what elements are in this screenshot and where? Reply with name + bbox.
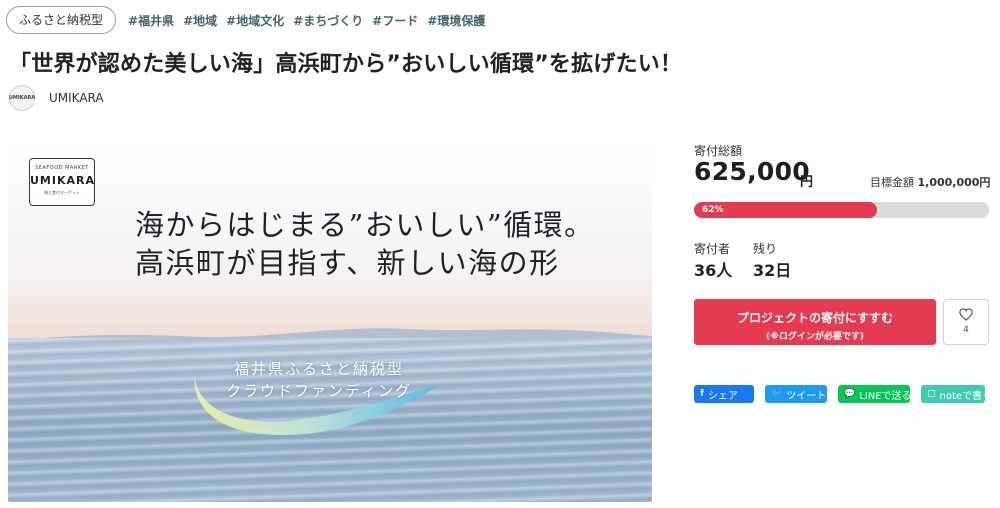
- donate-button-label: プロジェクトの寄付にすすむ: [736, 311, 894, 325]
- heart-icon: [959, 308, 973, 321]
- twitter-share-button[interactable]: 🐦 ツイート: [765, 385, 827, 403]
- hero-logo-sub: SEAFOOD MARKET: [35, 165, 89, 171]
- hero-subtitle-line1: 福井県ふるさと納税型: [233, 360, 404, 378]
- favorite-count: 4: [963, 325, 969, 335]
- favorite-button[interactable]: 4: [943, 299, 989, 345]
- type-badge[interactable]: ふるさと納税型: [6, 6, 117, 34]
- raised-unit: 円: [800, 175, 814, 190]
- hero-subtitle: 福井県ふるさと納税型 クラウドファンディング: [226, 358, 412, 402]
- organization-logo-text: UMIKARA: [8, 95, 36, 101]
- share-buttons: f シェア 🐦 ツイート 💬 LINEで送る ▢ noteで書く: [694, 385, 992, 403]
- hero-logo: SEAFOOD MARKET UMIKARA 海と食のマーケット: [29, 158, 95, 206]
- goal-amount: 1,000,000円: [917, 176, 991, 189]
- line-share-button[interactable]: 💬 LINEで送る: [838, 385, 912, 403]
- backers-count: 36人: [694, 261, 733, 280]
- days-left-label: 残り: [753, 242, 778, 256]
- facebook-share-label: シェア: [707, 390, 738, 402]
- raised-amount: 625,000: [694, 157, 810, 186]
- line-icon: 💬: [844, 389, 856, 399]
- progress-label: 62%: [702, 205, 724, 215]
- organization-logo: UMIKARA: [9, 85, 35, 111]
- hero-headline-line2: 高浜町が目指す、新しい海の形: [135, 246, 560, 280]
- hero-headline-line1: 海からはじまる”おいしい”循環。: [135, 208, 595, 242]
- tag-link[interactable]: #福井県: [128, 12, 174, 29]
- header-tags: ふるさと納税型 #福井県 #地域 #地域文化 #まちづくり #フード #環境保護: [6, 6, 494, 34]
- tag-link[interactable]: #まちづくり: [293, 12, 363, 29]
- progress-bar: 62%: [694, 202, 989, 218]
- hero-image: SEAFOOD MARKET UMIKARA 海と食のマーケット 海からはじまる…: [8, 140, 652, 502]
- backers-label: 寄付者: [694, 242, 731, 256]
- project-title: 「世界が認めた美しい海」高浜町から”おいしい循環”を拡げたい！: [9, 52, 683, 77]
- organization-name[interactable]: UMIKARA: [49, 91, 104, 105]
- goal: 目標金額 1,000,000円: [870, 174, 990, 190]
- organization[interactable]: UMIKARA UMIKARA: [9, 85, 104, 111]
- tag-link[interactable]: #地域文化: [226, 12, 284, 29]
- hero-subtitle-line2: クラウドファンディング: [226, 382, 412, 400]
- note-share-button[interactable]: ▢ noteで書く: [921, 385, 992, 403]
- tag-list: #福井県 #地域 #地域文化 #まちづくり #フード #環境保護: [128, 12, 494, 29]
- twitter-icon: 🐦: [771, 389, 783, 399]
- hero-logo-main: UMIKARA: [30, 174, 95, 187]
- donate-button[interactable]: プロジェクトの寄付にすすむ (※ログインが必要です): [694, 299, 936, 345]
- hero-headline: 海からはじまる”おいしい”循環。 高浜町が目指す、新しい海の形: [135, 206, 595, 282]
- twitter-share-label: ツイート: [786, 390, 827, 402]
- facebook-icon: f: [700, 389, 704, 399]
- facebook-share-button[interactable]: f シェア: [694, 385, 754, 403]
- tag-link[interactable]: #地域: [183, 12, 217, 29]
- donate-login-note: (※ログインが必要です): [766, 332, 864, 342]
- tag-link[interactable]: #フード: [372, 12, 418, 29]
- tag-link[interactable]: #環境保護: [427, 12, 485, 29]
- note-icon: ▢: [927, 389, 936, 399]
- line-share-label: LINEで送る: [859, 390, 912, 402]
- days-left: 32日: [753, 261, 792, 280]
- note-share-label: noteで書く: [939, 390, 993, 402]
- goal-label: 目標金額: [870, 176, 914, 189]
- hero-logo-sub2: 海と食のマーケット: [44, 190, 80, 195]
